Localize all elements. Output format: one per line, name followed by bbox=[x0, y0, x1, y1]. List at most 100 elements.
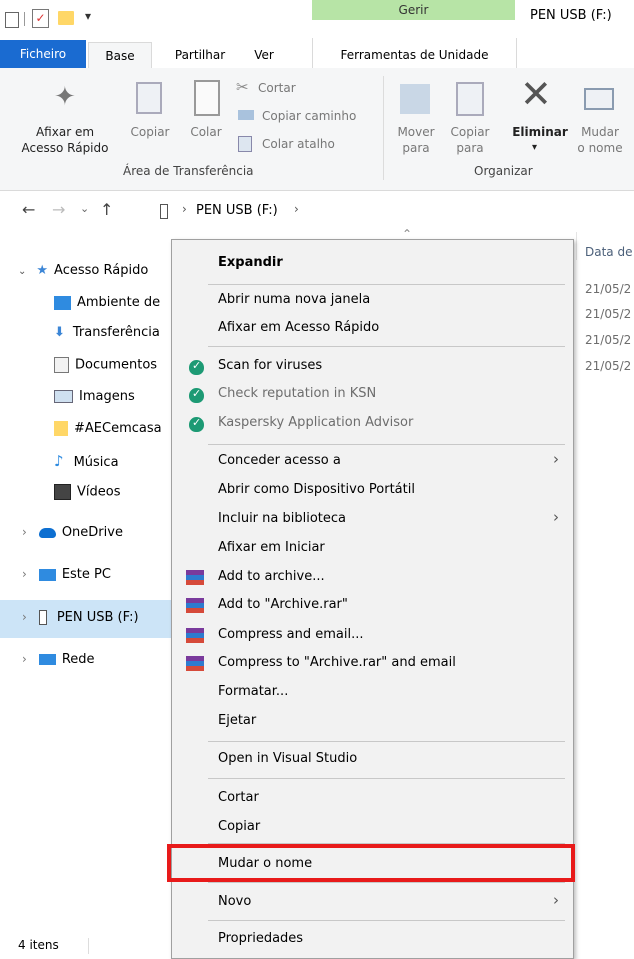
menu-item-format[interactable]: Formatar... bbox=[218, 684, 288, 699]
status-item-count: 4 itens bbox=[18, 938, 59, 952]
pin-quick-access-button[interactable]: Afixar em Acesso Rápido bbox=[10, 124, 120, 156]
chevron-right-icon[interactable]: › bbox=[22, 567, 27, 581]
documents-icon bbox=[54, 357, 69, 373]
tab-share[interactable]: Partilhar bbox=[160, 42, 240, 68]
menu-separator bbox=[208, 284, 565, 285]
rename-button[interactable]: Mudar o nome bbox=[570, 124, 630, 156]
chevron-down-icon[interactable]: ⌄ bbox=[18, 266, 26, 277]
menu-separator bbox=[208, 444, 565, 445]
menu-item-add-archive-rar[interactable]: Add to "Archive.rar" bbox=[218, 597, 348, 612]
nav-item-network[interactable]: › Rede bbox=[22, 652, 95, 667]
chevron-right-icon[interactable]: › bbox=[22, 610, 27, 624]
nav-item-quick-access[interactable]: ⌄ ★ Acesso Rápido bbox=[18, 263, 148, 278]
copy-path-button[interactable]: Copiar caminho bbox=[262, 108, 356, 124]
customize-toolbar-icon[interactable]: ▾ bbox=[85, 9, 91, 23]
menu-item-add-archive[interactable]: Add to archive... bbox=[218, 569, 325, 584]
nav-item-onedrive[interactable]: › OneDrive bbox=[22, 525, 123, 540]
move-to-button[interactable]: Mover para bbox=[390, 124, 442, 156]
up-arrow-icon[interactable]: ↑ bbox=[100, 200, 113, 219]
menu-item-check-reputation[interactable]: Check reputation in KSN bbox=[218, 386, 376, 401]
recent-locations-icon[interactable]: ⌄ bbox=[80, 202, 89, 215]
menu-item-expand[interactable]: Expandir bbox=[218, 255, 283, 270]
address-bar[interactable]: › PEN USB (F:) › bbox=[126, 198, 634, 224]
menu-item-open-new-window[interactable]: Abrir numa nova janela bbox=[218, 292, 370, 307]
menu-item-open-visual-studio[interactable]: Open in Visual Studio bbox=[218, 751, 357, 766]
ribbon-tabs: Base Partilhar Ver Ferramentas de Unidad… bbox=[0, 38, 634, 69]
date-column-header[interactable]: Data de bbox=[585, 245, 632, 259]
menu-item-properties[interactable]: Propriedades bbox=[218, 931, 303, 946]
nav-label: Música bbox=[73, 455, 119, 470]
copy-path-icon bbox=[238, 110, 254, 120]
nav-label: Este PC bbox=[61, 567, 111, 582]
toolbar-divider bbox=[24, 12, 25, 26]
usb-drive-icon bbox=[38, 610, 47, 625]
menu-item-give-access[interactable]: Conceder acesso a bbox=[218, 453, 341, 468]
paste-button[interactable]: Colar bbox=[186, 124, 226, 140]
quick-access-properties-icon[interactable] bbox=[5, 12, 19, 28]
scissors-icon: ✂ bbox=[236, 78, 249, 96]
forward-arrow-icon[interactable]: → bbox=[52, 200, 65, 219]
menu-item-compress-rar-email[interactable]: Compress to "Archive.rar" and email bbox=[218, 655, 456, 670]
back-arrow-icon[interactable]: ← bbox=[22, 200, 35, 219]
chevron-right-icon[interactable]: › bbox=[22, 652, 27, 666]
menu-item-cut[interactable]: Cortar bbox=[218, 790, 259, 805]
menu-item-new[interactable]: Novo bbox=[218, 894, 251, 909]
winrar-icon bbox=[186, 570, 204, 585]
copy-to-button[interactable]: Copiar para bbox=[444, 124, 496, 156]
menu-item-pin-quick-access[interactable]: Afixar em Acesso Rápido bbox=[218, 320, 379, 335]
manage-context-tab[interactable]: Gerir bbox=[312, 0, 515, 20]
tab-file[interactable]: Ficheiro bbox=[0, 40, 86, 68]
menu-item-pin-start[interactable]: Afixar em Iniciar bbox=[218, 540, 325, 555]
kaspersky-shield-icon bbox=[189, 416, 204, 432]
cut-button[interactable]: Cortar bbox=[258, 80, 296, 96]
menu-item-open-portable[interactable]: Abrir como Dispositivo Portátil bbox=[218, 482, 415, 497]
nav-item-videos[interactable]: Vídeos bbox=[54, 484, 120, 500]
nav-item-downloads[interactable]: ⬇ Transferência bbox=[54, 325, 160, 340]
breadcrumb-separator: › bbox=[182, 202, 187, 216]
rename-highlight-box bbox=[167, 844, 575, 882]
nav-item-pen-usb[interactable]: › PEN USB (F:) bbox=[22, 610, 139, 625]
menu-item-compress-email[interactable]: Compress and email... bbox=[218, 627, 364, 642]
winrar-icon bbox=[186, 628, 204, 643]
tab-view[interactable]: Ver bbox=[244, 42, 284, 68]
usb-drive-icon bbox=[160, 204, 168, 219]
menu-separator bbox=[208, 346, 565, 347]
menu-separator bbox=[208, 741, 565, 742]
submenu-arrow-icon: › bbox=[553, 508, 559, 526]
tab-drive-tools[interactable]: Ferramentas de Unidade bbox=[312, 38, 517, 68]
pin-icon: ✦ bbox=[54, 82, 76, 112]
copy-icon bbox=[136, 82, 162, 114]
winrar-icon bbox=[186, 598, 204, 613]
chevron-right-icon[interactable]: › bbox=[22, 525, 27, 539]
copy-button[interactable]: Copiar bbox=[126, 124, 174, 140]
nav-item-documents[interactable]: Documentos bbox=[54, 357, 157, 373]
menu-item-eject[interactable]: Ejetar bbox=[218, 713, 256, 728]
paste-shortcut-button[interactable]: Colar atalho bbox=[262, 136, 335, 152]
video-icon bbox=[54, 484, 71, 500]
menu-item-copy[interactable]: Copiar bbox=[218, 819, 260, 834]
breadcrumb-path[interactable]: PEN USB (F:) bbox=[196, 203, 278, 218]
checkmark-icon[interactable]: ✓ bbox=[32, 9, 49, 28]
menu-item-kaspersky-advisor[interactable]: Kaspersky Application Advisor bbox=[218, 415, 413, 430]
menu-item-scan-viruses[interactable]: Scan for viruses bbox=[218, 358, 322, 373]
new-folder-icon[interactable] bbox=[58, 11, 74, 25]
delete-dropdown-icon[interactable]: ▾ bbox=[532, 140, 537, 156]
list-item-date: 21/05/2 bbox=[585, 333, 632, 347]
computer-icon bbox=[38, 568, 56, 581]
nav-item-this-pc[interactable]: › Este PC bbox=[22, 567, 111, 582]
download-icon: ⬇ bbox=[54, 325, 65, 340]
menu-item-include-library[interactable]: Incluir na biblioteca bbox=[218, 511, 346, 526]
move-to-icon bbox=[400, 84, 430, 114]
nav-item-desktop[interactable]: Ambiente de bbox=[54, 295, 160, 310]
nav-item-music[interactable]: ♪ Música bbox=[54, 452, 119, 470]
nav-item-pictures[interactable]: Imagens bbox=[54, 389, 135, 404]
nav-label: Vídeos bbox=[77, 484, 121, 500]
nav-item-aecemcasa[interactable]: #AECemcasa bbox=[54, 421, 162, 436]
delete-button[interactable]: Eliminar bbox=[508, 124, 572, 140]
tab-home[interactable]: Base bbox=[88, 42, 152, 69]
clipboard-group-label: Área de Transferência bbox=[123, 164, 254, 178]
kaspersky-shield-icon bbox=[189, 387, 204, 403]
music-icon: ♪ bbox=[54, 452, 64, 470]
breadcrumb-chevron[interactable]: › bbox=[294, 202, 299, 216]
menu-separator bbox=[208, 882, 565, 883]
